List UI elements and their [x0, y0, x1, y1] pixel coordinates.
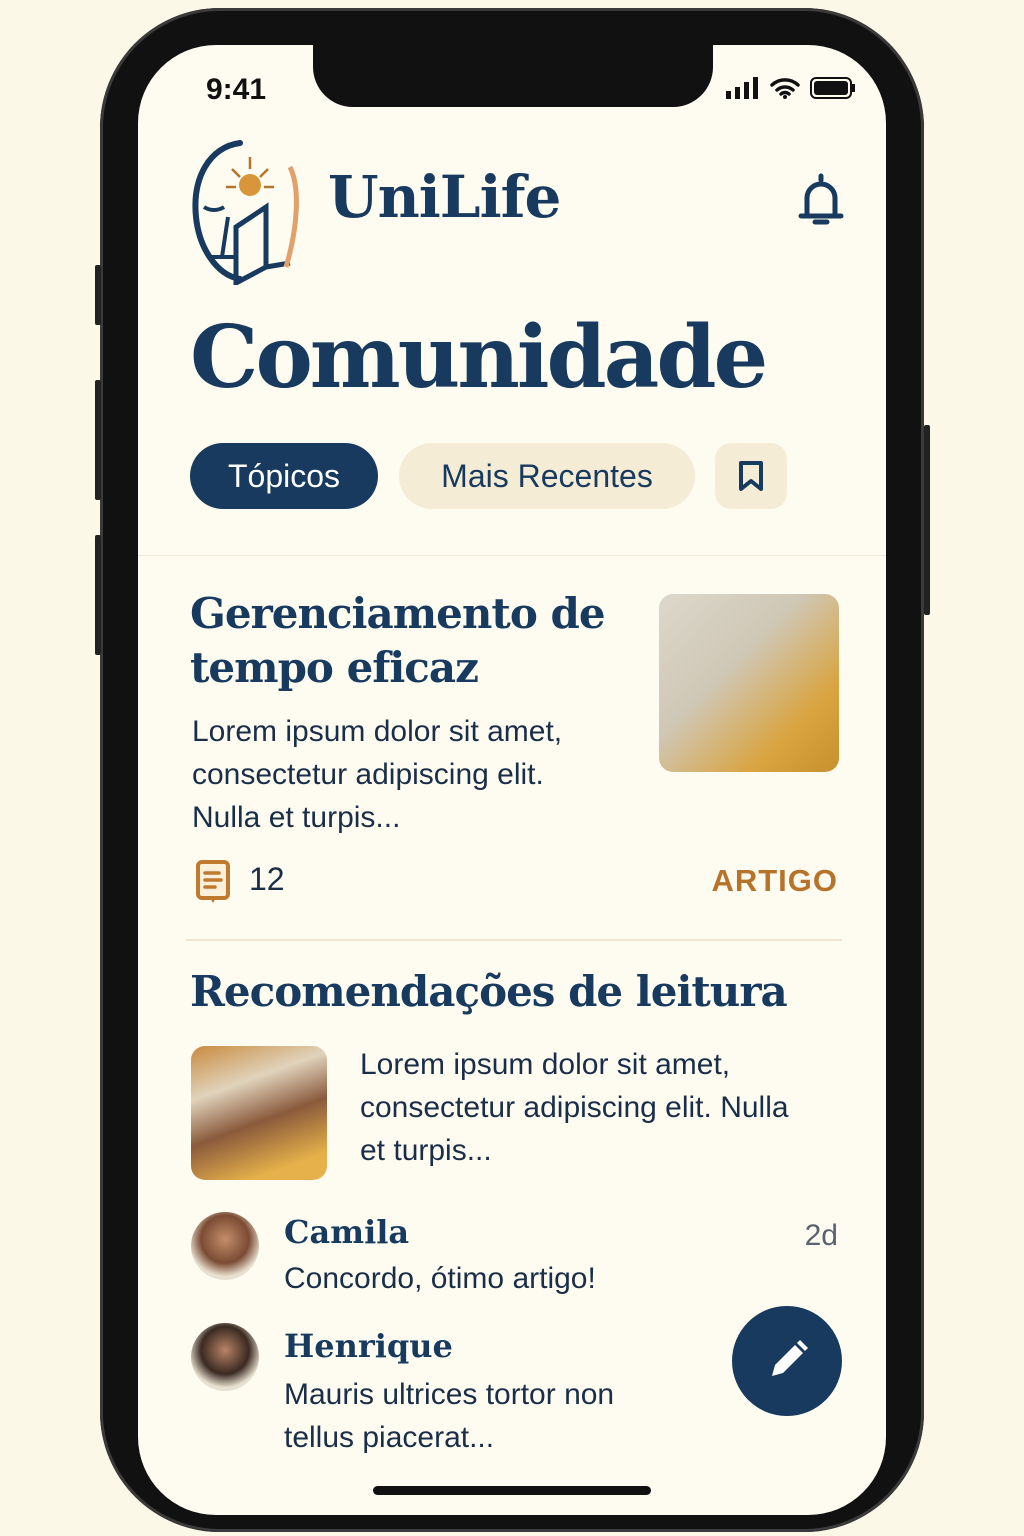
- post-type-badge: ARTIGO: [711, 863, 838, 898]
- excerpt-line: et turpis...: [360, 1134, 492, 1167]
- excerpt-line: consectetur adipiscing elit.: [192, 758, 544, 791]
- excerpt-line: consectetur adipiscing elit. Nulla: [360, 1091, 789, 1124]
- app-screen: 9:41 UniLife Comunidade Tópicos Mais Rec…: [138, 45, 886, 1515]
- excerpt-line: Lorem ipsum dolor sit amet,: [192, 715, 563, 748]
- bookmark-button[interactable]: [715, 443, 787, 509]
- comment-text: Concordo, ótimo artigo!: [284, 1262, 596, 1295]
- pencil-icon: [772, 1340, 808, 1376]
- tab-label: Mais Recentes: [441, 457, 653, 494]
- comment-line: tellus piacerat...: [284, 1421, 495, 1454]
- divider: [186, 939, 842, 941]
- comment-time: 2d: [804, 1219, 838, 1252]
- battery-icon: [810, 77, 855, 99]
- excerpt-line: Lorem ipsum dolor sit amet,: [360, 1048, 731, 1081]
- side-button: [95, 265, 101, 325]
- page-title: Comunidade: [190, 307, 768, 408]
- post-excerpt: Lorem ipsum dolor sit amet, consectetur …: [192, 710, 562, 839]
- signal-icon: [726, 77, 758, 99]
- post-title-line: tempo eficaz: [190, 643, 479, 692]
- avatar[interactable]: [191, 1323, 259, 1391]
- avatar[interactable]: [191, 1212, 259, 1280]
- comment-author: Camila: [284, 1213, 410, 1251]
- tab-mais-recentes[interactable]: Mais Recentes: [399, 443, 695, 509]
- status-icons: [726, 77, 856, 99]
- comment-count: 12: [249, 861, 285, 897]
- document-comment-icon: [196, 860, 230, 903]
- post-image[interactable]: [659, 594, 839, 772]
- comment-author: Henrique: [284, 1327, 453, 1365]
- excerpt-line: Nulla et turpis...: [192, 801, 401, 834]
- brand-name: UniLife: [328, 163, 561, 231]
- post-title[interactable]: Recomendações de leitura: [190, 965, 788, 1019]
- bookmark-icon: [739, 461, 763, 491]
- tab-label: Tópicos: [227, 457, 341, 494]
- side-button: [95, 535, 101, 655]
- notch: [313, 45, 713, 107]
- side-button: [924, 425, 930, 615]
- bell-icon[interactable]: [798, 172, 844, 228]
- post-title[interactable]: Gerenciamento de tempo eficaz: [190, 587, 606, 695]
- comment-text: Mauris ultrices tortor non tellus piacer…: [284, 1373, 614, 1459]
- divider: [138, 555, 886, 556]
- side-button: [95, 380, 101, 500]
- comment-line: Mauris ultrices tortor non: [284, 1378, 615, 1411]
- tab-topicos[interactable]: Tópicos: [190, 443, 378, 509]
- wifi-icon: [770, 78, 800, 99]
- unilife-logo-icon: [192, 140, 299, 285]
- compose-button[interactable]: [732, 1306, 842, 1416]
- post-image[interactable]: [191, 1046, 327, 1180]
- home-indicator[interactable]: [373, 1486, 651, 1495]
- status-time: 9:41: [206, 73, 267, 106]
- post-title-line: Gerenciamento de: [190, 589, 606, 638]
- post-excerpt: Lorem ipsum dolor sit amet, consectetur …: [360, 1043, 789, 1172]
